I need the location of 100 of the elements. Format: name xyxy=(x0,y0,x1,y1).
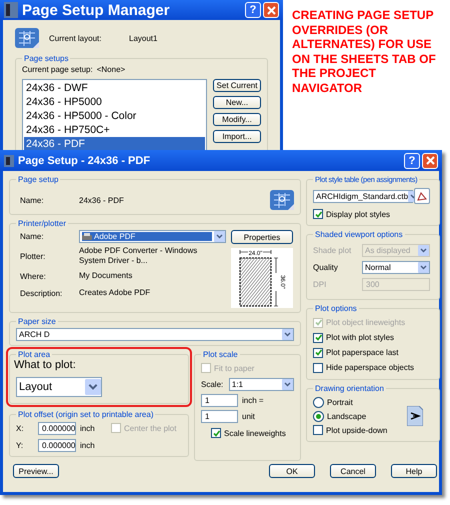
unit-label: inch xyxy=(80,441,95,450)
button[interactable]: New... xyxy=(213,96,261,109)
input-field[interactable]: 0.000000 xyxy=(38,422,76,434)
button[interactable]: Modify... xyxy=(213,113,261,126)
checkbox-label: Plot upside-down xyxy=(326,426,388,434)
radio-button[interactable] xyxy=(313,410,324,422)
checkbox-label: Plot paperspace last xyxy=(326,348,398,357)
field-label: Plotter: xyxy=(20,252,46,260)
group-title: Printer/plotter xyxy=(17,219,68,228)
field-label: Shade plot xyxy=(313,246,352,255)
list-item[interactable]: 24x36 - HP5000 - Color xyxy=(24,109,205,123)
checkbox[interactable] xyxy=(313,425,323,435)
button[interactable]: Cancel xyxy=(330,464,376,478)
input-field[interactable]: 0.000000 xyxy=(38,439,76,452)
list-item[interactable]: 24x36 - PDF xyxy=(24,137,205,151)
window-title: Page Setup Manager xyxy=(22,2,171,18)
app-icon xyxy=(4,2,18,18)
button[interactable]: Import... xyxy=(213,130,261,143)
field-label: Quality xyxy=(313,263,339,272)
group-title: Plot scale xyxy=(202,350,239,359)
close-button[interactable] xyxy=(263,2,279,18)
blueprint-icon xyxy=(270,190,294,210)
checkbox[interactable] xyxy=(211,428,221,438)
blueprint-icon xyxy=(15,28,39,48)
list-item[interactable]: 24x36 - DWF xyxy=(24,81,205,95)
group-title: Page setups xyxy=(23,54,70,63)
group-title: Shaded viewport options xyxy=(314,230,404,239)
checkbox-label: Plot with plot styles xyxy=(326,333,394,342)
group-title: Plot area xyxy=(17,350,52,359)
field-label: Current layout: xyxy=(49,34,102,42)
checkbox-label: Hide paperspace objects xyxy=(326,363,414,372)
button[interactable]: Help xyxy=(391,464,437,478)
caret-icon xyxy=(418,262,429,273)
close-icon xyxy=(266,6,276,14)
checkbox[interactable] xyxy=(313,332,323,342)
dimension-line xyxy=(240,250,272,254)
list-item[interactable]: 24x36 - HP750C+ xyxy=(24,123,205,137)
list-item[interactable]: 24x36 - HP5000 xyxy=(24,95,205,109)
field-label: DPI xyxy=(313,280,328,289)
checkbox-label: Plot object lineweights xyxy=(326,318,406,327)
button[interactable]: Set Current xyxy=(213,79,261,92)
group-title: Page setup xyxy=(17,175,60,184)
field-label: Name: xyxy=(20,232,45,241)
properties-button[interactable]: Properties xyxy=(231,230,293,244)
unit-label: inch xyxy=(80,424,95,432)
field-value: My Documents xyxy=(79,271,134,281)
edit-button[interactable] xyxy=(414,188,430,204)
dimension-line xyxy=(274,258,278,306)
paper-sheet-drawing xyxy=(240,258,272,306)
checkbox-label: Fit to paper xyxy=(214,364,254,372)
field-label: Y: xyxy=(16,441,24,450)
field-value: Creates Adobe PDF xyxy=(79,288,152,298)
app-icon xyxy=(4,154,14,166)
caret-icon xyxy=(85,378,101,396)
dropdown[interactable]: Adobe PDF xyxy=(79,230,226,243)
help-button[interactable]: ? xyxy=(404,152,420,168)
field-label: Where: xyxy=(20,272,47,280)
group-title: Paper size xyxy=(17,317,57,326)
radio-label: Landscape xyxy=(327,412,366,420)
dropdown[interactable]: ARCH D xyxy=(16,328,294,341)
caret-icon xyxy=(282,329,293,340)
close-icon xyxy=(426,156,434,165)
field-label: What to plot: xyxy=(14,359,77,371)
unit-label: unit xyxy=(242,412,255,421)
checkbox-label: Display plot styles xyxy=(326,210,390,218)
checkbox[interactable] xyxy=(313,362,323,372)
caret-icon xyxy=(282,379,293,390)
field-label: X: xyxy=(16,424,25,432)
checkbox[interactable] xyxy=(313,348,323,358)
group-title: Drawing orientation xyxy=(314,384,385,393)
field-label: Description: xyxy=(20,288,64,298)
radio-button[interactable] xyxy=(313,396,324,408)
caret-icon xyxy=(214,231,225,242)
field-value: 24x36 - PDF xyxy=(79,196,125,204)
caret-icon xyxy=(418,245,429,256)
help-button[interactable]: ? xyxy=(245,2,261,18)
field-label: Scale: xyxy=(201,380,224,389)
field-label: Name: xyxy=(20,196,45,204)
page-orientation-icon xyxy=(407,406,423,426)
dropdown[interactable]: 1:1 xyxy=(228,378,294,391)
dropdown[interactable]: Normal xyxy=(362,261,430,274)
dropdown[interactable]: ARCHIdigm_Standard.ctb xyxy=(313,190,413,202)
unit-label: inch = xyxy=(242,396,264,405)
field-value: <None> xyxy=(96,65,126,74)
checkbox-label: Scale lineweights xyxy=(224,428,286,438)
checkbox-label: Center the plot xyxy=(124,424,176,432)
group-title: Plot options xyxy=(314,304,358,313)
button[interactable]: OK xyxy=(269,464,315,478)
group-title: Plot offset (origin set to printable area) xyxy=(17,410,154,419)
annotation-text: CREATING PAGE SETUP OVERRIDES (OR ALTERNATES) FOR USE ON THE SHEETS TAB OF THE PROJECT NAVIGATOR xyxy=(292,8,437,96)
window-title: Page Setup - 24x36 - PDF xyxy=(18,154,152,166)
preview-button[interactable]: Preview... xyxy=(13,464,59,478)
input-field[interactable]: 1 xyxy=(201,394,238,407)
checkbox[interactable] xyxy=(313,209,323,219)
radio-label: Portrait xyxy=(327,398,353,406)
dropdown[interactable]: Layout xyxy=(16,377,102,397)
input-field[interactable]: 1 xyxy=(201,410,238,423)
field-value: Adobe PDF Converter - Windows System Driver - b... xyxy=(79,246,198,266)
close-button[interactable] xyxy=(422,152,438,168)
field-label: Current page setup: xyxy=(22,65,93,74)
